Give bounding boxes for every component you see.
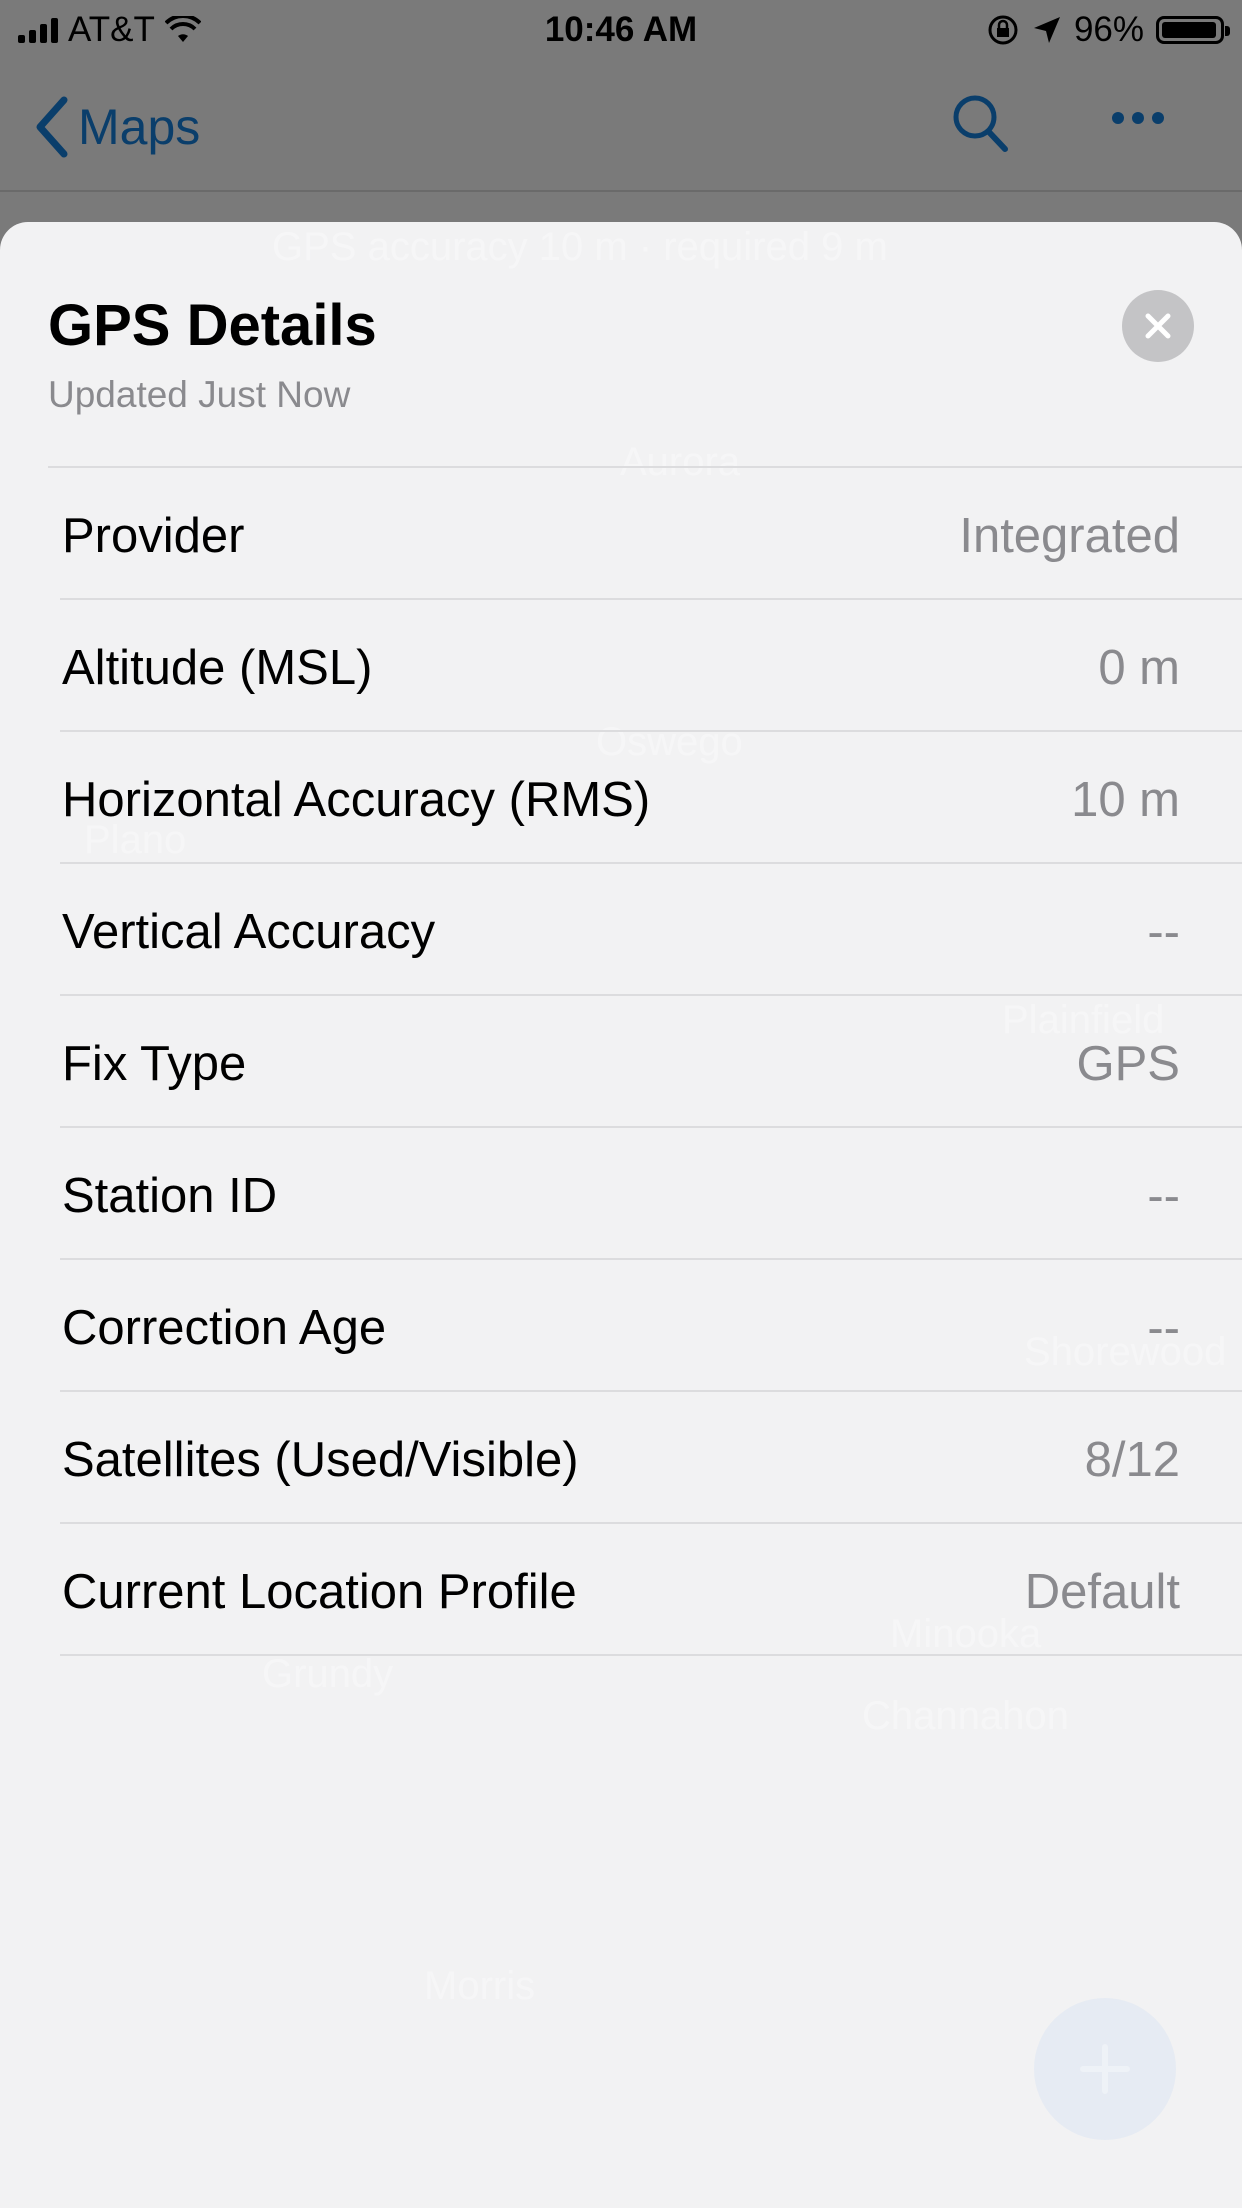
detail-value: Default xyxy=(1024,1565,1180,1619)
detail-label: Provider xyxy=(62,509,245,563)
gps-details-sheet: GPS Details Updated Just Now Provider Int… xyxy=(0,222,1242,2208)
navigation-bar: Maps xyxy=(0,60,1242,192)
battery-icon xyxy=(1156,16,1230,44)
plus-icon xyxy=(1080,2044,1130,2094)
rotation-lock-icon xyxy=(988,15,1018,45)
detail-value: -- xyxy=(1147,1169,1180,1223)
chevron-left-icon xyxy=(36,96,68,158)
detail-value: 8/12 xyxy=(1084,1433,1180,1487)
detail-row: Station ID -- xyxy=(60,1128,1242,1260)
detail-row: Satellites (Used/Visible) 8/12 xyxy=(60,1392,1242,1524)
more-icon[interactable] xyxy=(1112,112,1164,124)
sheet-title: GPS Details xyxy=(48,293,377,358)
detail-row: Provider Integrated xyxy=(60,468,1242,600)
detail-label: Correction Age xyxy=(62,1301,387,1355)
back-button-label: Maps xyxy=(78,99,201,155)
detail-row: Fix Type GPS xyxy=(60,996,1242,1128)
battery-fill xyxy=(1162,22,1216,38)
detail-label: Satellites (Used/Visible) xyxy=(62,1433,579,1487)
close-icon xyxy=(1145,313,1171,339)
search-button[interactable] xyxy=(950,92,1010,159)
search-icon xyxy=(953,95,1008,152)
status-bar: AT&T 10:46 AM 96% xyxy=(0,0,1242,60)
detail-value: 10 m xyxy=(1071,773,1180,827)
detail-row: Vertical Accuracy -- xyxy=(60,864,1242,996)
detail-label: Horizontal Accuracy (RMS) xyxy=(62,773,651,827)
location-arrow-icon xyxy=(1033,17,1060,43)
detail-label: Current Location Profile xyxy=(62,1565,577,1619)
close-button[interactable] xyxy=(1122,290,1194,362)
detail-row: Correction Age -- xyxy=(60,1260,1242,1392)
detail-value: GPS xyxy=(1076,1037,1180,1091)
detail-row: Current Location Profile Default xyxy=(60,1524,1242,1656)
status-right: 96% xyxy=(986,10,1230,50)
sheet-subtitle: Updated Just Now xyxy=(48,374,351,415)
detail-label: Station ID xyxy=(62,1169,278,1223)
add-button[interactable] xyxy=(1034,1998,1176,2140)
detail-value: 0 m xyxy=(1098,641,1180,695)
detail-label: Altitude (MSL) xyxy=(62,641,373,695)
detail-value: -- xyxy=(1147,1301,1180,1355)
detail-label: Vertical Accuracy xyxy=(62,905,436,959)
detail-label: Fix Type xyxy=(62,1037,247,1091)
back-button[interactable]: Maps xyxy=(34,96,200,158)
detail-value: -- xyxy=(1147,905,1180,959)
detail-row: Altitude (MSL) 0 m xyxy=(60,600,1242,732)
detail-row: Horizontal Accuracy (RMS) 10 m xyxy=(60,732,1242,864)
detail-value: Integrated xyxy=(959,509,1180,563)
details-list: Provider Integrated Altitude (MSL) 0 m Horiz… xyxy=(0,468,1242,1656)
battery-percent: 96% xyxy=(1073,10,1144,49)
